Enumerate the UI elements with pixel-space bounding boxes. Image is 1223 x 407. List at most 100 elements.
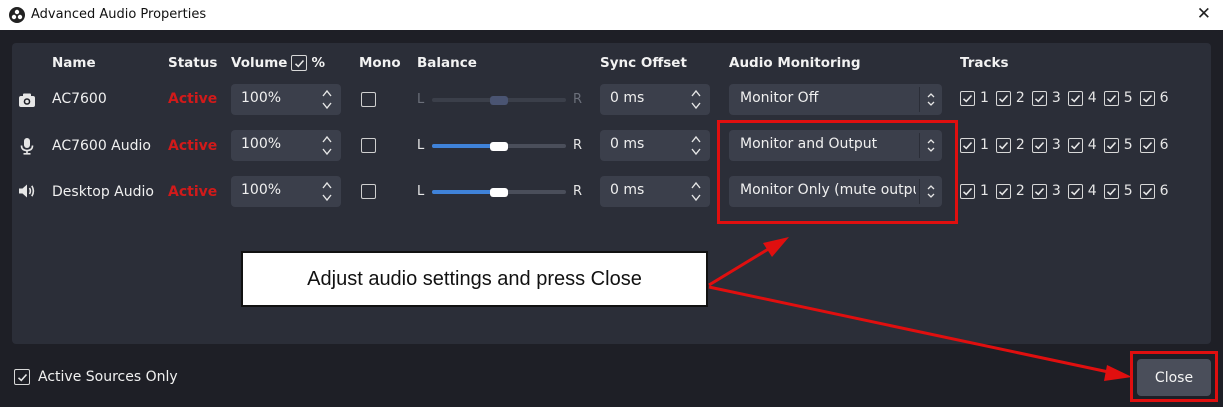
header-sync-offset: Sync Offset [600, 55, 687, 71]
check-icon [1070, 187, 1080, 196]
header-balance: Balance [417, 55, 477, 71]
obs-logo-icon [9, 7, 25, 23]
track-number: 4 [1087, 90, 1097, 106]
track-checkbox[interactable] [1103, 90, 1119, 106]
sync-offset-spinbox[interactable]: 0 ms [600, 84, 710, 115]
track-checkbox[interactable] [1067, 183, 1083, 199]
active-sources-only-label: Active Sources Only [38, 369, 178, 385]
check-icon [1034, 187, 1044, 196]
track-checkbox[interactable] [1067, 137, 1083, 153]
check-icon [1142, 94, 1152, 103]
balance-slider-handle[interactable] [490, 142, 508, 151]
window-title: Advanced Audio Properties [31, 7, 207, 22]
check-icon [1034, 94, 1044, 103]
track-number: 5 [1123, 90, 1133, 106]
track-checkbox[interactable] [1103, 137, 1119, 153]
balance-left-label: L [417, 184, 425, 199]
active-sources-only-checkbox[interactable] [14, 369, 30, 385]
header-percent-label: % [311, 55, 325, 71]
balance-slider-handle[interactable] [490, 96, 508, 105]
mono-checkbox[interactable] [361, 92, 376, 107]
track-checkbox[interactable] [960, 90, 975, 106]
status-label: Active [168, 91, 218, 107]
check-icon [962, 187, 973, 196]
volume-spinbox[interactable]: 100% [231, 130, 341, 161]
track-checkbox[interactable] [995, 90, 1011, 106]
source-name: AC7600 [52, 91, 107, 107]
audio-monitoring-value: Monitor Off [740, 90, 819, 106]
check-icon [1106, 141, 1116, 150]
header-tracks: Tracks [960, 55, 1009, 71]
balance-right-label: R [573, 138, 583, 153]
spin-arrows-icon[interactable] [321, 179, 333, 204]
balance-right-label: R [573, 184, 583, 199]
header-volume: Volume % [231, 55, 325, 71]
volume-value: 100% [241, 136, 282, 152]
camera-icon [19, 93, 35, 107]
balance-right-label: R [573, 92, 583, 107]
microphone-icon [20, 138, 34, 155]
track-checkbox[interactable] [960, 183, 975, 199]
audio-monitoring-dropdown[interactable]: Monitor Off [729, 84, 942, 115]
spin-arrows-icon[interactable] [690, 87, 702, 112]
track-checkbox[interactable] [960, 137, 975, 153]
sync-offset-value: 0 ms [610, 90, 645, 106]
balance-left-label: L [417, 138, 425, 153]
track-number: 5 [1123, 183, 1133, 199]
check-icon [1070, 94, 1080, 103]
spin-arrows-icon[interactable] [321, 133, 333, 158]
track-checkbox[interactable] [1139, 137, 1155, 153]
track-number: 1 [980, 137, 989, 153]
track-checkbox[interactable] [1031, 90, 1047, 106]
track-checkbox[interactable] [1139, 90, 1155, 106]
track-number: 6 [1159, 90, 1169, 106]
tracks-group: 1 2 3 4 5 6 [960, 183, 1176, 199]
sync-offset-spinbox[interactable]: 0 ms [600, 130, 710, 161]
spin-arrows-icon[interactable] [321, 87, 333, 112]
track-checkbox[interactable] [1031, 183, 1047, 199]
track-number: 6 [1159, 183, 1169, 199]
track-number: 1 [980, 183, 989, 199]
volume-spinbox[interactable]: 100% [231, 84, 341, 115]
track-number: 6 [1159, 137, 1169, 153]
check-icon [998, 141, 1009, 150]
status-label: Active [168, 138, 218, 154]
check-icon [17, 373, 27, 382]
track-checkbox[interactable] [995, 183, 1011, 199]
check-icon [1142, 187, 1152, 196]
instruction-callout: Adjust audio settings and press Close [241, 251, 708, 307]
arrowhead-close [1104, 365, 1132, 381]
track-checkbox[interactable] [1067, 90, 1083, 106]
balance-left-label: L [417, 92, 425, 107]
dropdown-arrows-icon[interactable] [925, 88, 937, 111]
track-number: 2 [1015, 90, 1025, 106]
window-close-icon[interactable]: ✕ [1197, 4, 1211, 24]
check-icon [998, 94, 1009, 103]
track-number: 4 [1087, 183, 1097, 199]
speaker-icon [19, 184, 35, 198]
spin-arrows-icon[interactable] [690, 133, 702, 158]
header-volume-label: Volume [231, 55, 288, 71]
title-bar: Advanced Audio Properties ✕ [0, 0, 1223, 30]
track-number: 3 [1051, 90, 1061, 106]
spin-arrows-icon[interactable] [690, 179, 702, 204]
check-icon [1142, 141, 1152, 150]
check-icon [962, 141, 973, 150]
header-mono: Mono [359, 55, 401, 71]
track-checkbox[interactable] [1103, 183, 1119, 199]
sync-offset-spinbox[interactable]: 0 ms [600, 176, 710, 207]
check-icon [962, 94, 973, 103]
track-checkbox[interactable] [995, 137, 1011, 153]
volume-spinbox[interactable]: 100% [231, 176, 341, 207]
mono-checkbox[interactable] [361, 184, 376, 199]
track-number: 2 [1015, 137, 1025, 153]
track-checkbox[interactable] [1139, 183, 1155, 199]
balance-slider-handle[interactable] [490, 188, 508, 197]
track-number: 2 [1015, 183, 1025, 199]
tracks-group: 1 2 3 4 5 6 [960, 90, 1176, 106]
percent-toggle-checkbox[interactable] [291, 55, 308, 71]
check-icon [1034, 141, 1044, 150]
monitoring-highlight-box [717, 120, 958, 224]
mono-checkbox[interactable] [361, 138, 376, 153]
track-checkbox[interactable] [1031, 137, 1047, 153]
